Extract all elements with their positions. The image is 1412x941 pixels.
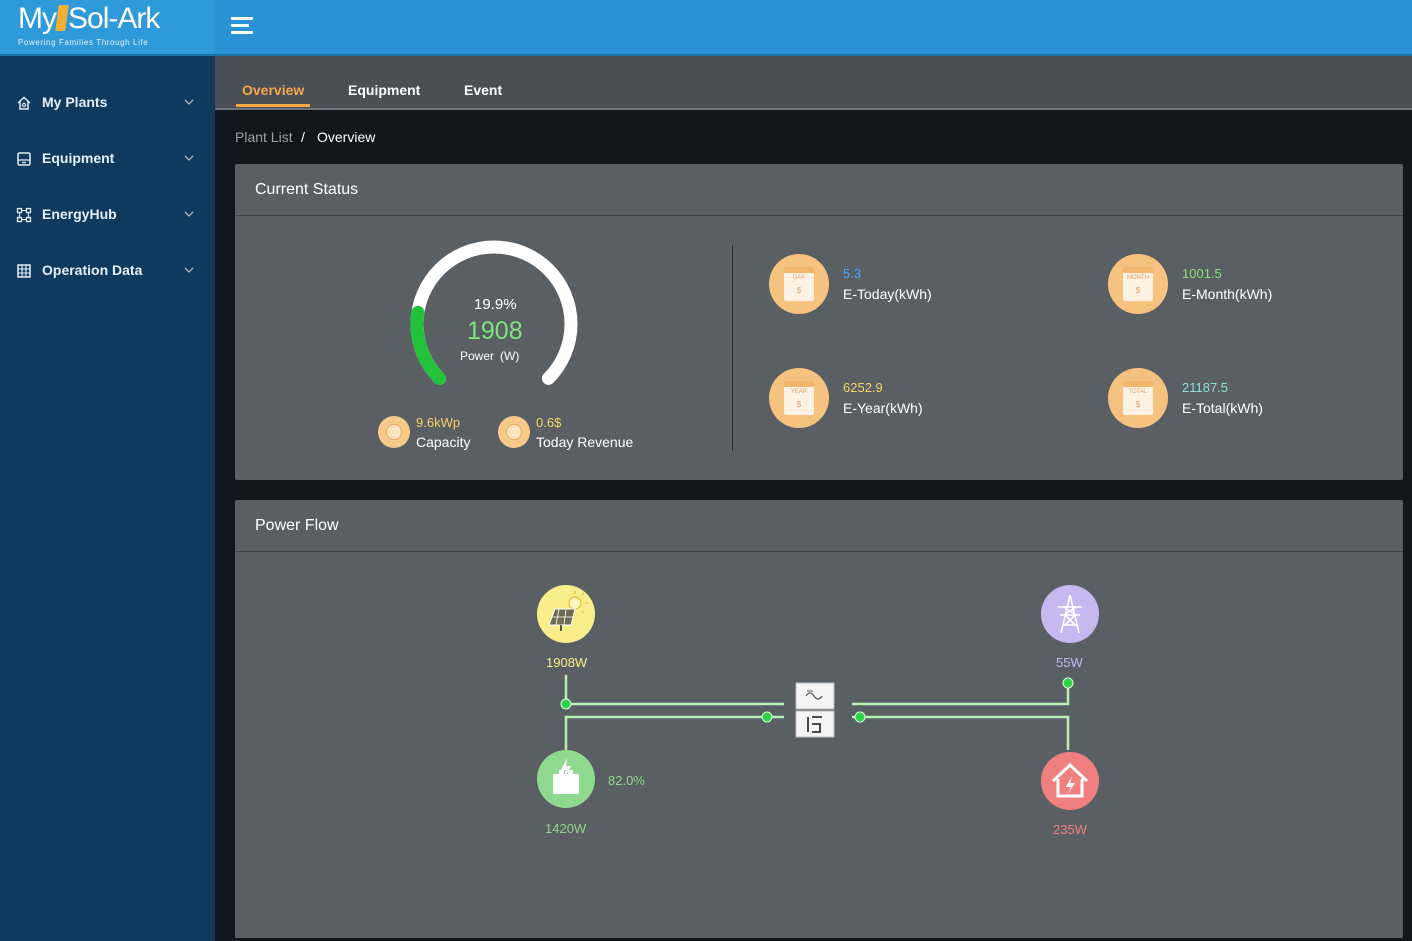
battery-icon[interactable] bbox=[537, 750, 595, 808]
flow-node-dot bbox=[761, 711, 773, 723]
top-bar: My Sol-Ark Powering Families Through Life bbox=[0, 0, 1412, 56]
pv-power-value: 1908W bbox=[546, 655, 588, 670]
tab-overview[interactable]: Overview bbox=[242, 82, 304, 98]
network-icon bbox=[16, 207, 32, 223]
calendar-year-icon: YEAR $ bbox=[769, 368, 829, 428]
chevron-down-icon bbox=[184, 267, 194, 273]
tab-bar: Overview Equipment Event bbox=[215, 56, 1412, 110]
active-tab-indicator bbox=[236, 104, 310, 107]
inverter-icon[interactable] bbox=[795, 682, 835, 738]
sidebar-item-label: EnergyHub bbox=[42, 206, 117, 222]
capacity-value: 9.6kWp bbox=[416, 415, 461, 430]
breadcrumb-separator: / bbox=[301, 129, 305, 145]
e-year-value: 6252.9 bbox=[843, 380, 883, 395]
e-total-label: E-Total(kWh) bbox=[1182, 400, 1263, 416]
calendar-total-icon: TOTAL $ bbox=[1108, 368, 1168, 428]
panel-title: Power Flow bbox=[255, 517, 339, 534]
grid-table-icon bbox=[17, 264, 31, 278]
tab-equipment[interactable]: Equipment bbox=[348, 82, 420, 98]
flow-node-dot bbox=[854, 711, 866, 723]
revenue-label: Today Revenue bbox=[536, 434, 634, 450]
flow-node-dot bbox=[1062, 677, 1074, 689]
home-icon bbox=[17, 96, 31, 110]
battery-soc: 82.0% bbox=[608, 773, 645, 788]
tab-event[interactable]: Event bbox=[464, 82, 502, 98]
revenue-value: 0.6$ bbox=[536, 415, 562, 430]
logo-wordmark: My Sol-Ark bbox=[18, 2, 160, 35]
divider bbox=[732, 245, 733, 451]
e-total-value: 21187.5 bbox=[1182, 380, 1229, 395]
chevron-down-icon bbox=[184, 211, 194, 217]
gauge-power-value: 1908 bbox=[467, 317, 523, 345]
panel-header: Current Status bbox=[235, 164, 1403, 216]
sidebar-item-operation-data[interactable]: Operation Data bbox=[0, 251, 215, 291]
sidebar-item-label: Equipment bbox=[42, 150, 115, 166]
sidebar-item-label: Operation Data bbox=[42, 262, 143, 278]
breadcrumb-current: Overview bbox=[317, 129, 376, 145]
chevron-down-icon bbox=[184, 155, 194, 161]
panel-header: Power Flow bbox=[235, 500, 1403, 552]
calendar-day-icon: DAY $ bbox=[769, 254, 829, 314]
load-power-value: 235W bbox=[1053, 822, 1087, 837]
grid-power-value: 55W bbox=[1056, 655, 1083, 670]
capacity-label: Capacity bbox=[416, 434, 471, 450]
equipment-icon bbox=[17, 152, 31, 166]
menu-toggle-icon[interactable] bbox=[231, 17, 255, 37]
sidebar-item-label: My Plants bbox=[42, 94, 108, 110]
chevron-down-icon bbox=[184, 99, 194, 105]
revenue-icon bbox=[498, 416, 530, 448]
e-month-value: 1001.5 bbox=[1182, 266, 1222, 281]
logo-tagline: Powering Families Through Life bbox=[18, 38, 149, 47]
sidebar-item-equipment[interactable]: Equipment bbox=[0, 139, 215, 179]
gauge-percent: 19.9% bbox=[474, 296, 517, 313]
e-today-value: 5.3 bbox=[843, 266, 862, 281]
e-year-label: E-Year(kWh) bbox=[843, 400, 923, 416]
sidebar-item-my-plants[interactable]: My Plants bbox=[0, 83, 215, 123]
calendar-month-icon: MONTH $ bbox=[1108, 254, 1168, 314]
capacity-icon bbox=[378, 416, 410, 448]
gauge-power-label: Power (W) bbox=[460, 349, 520, 363]
flow-node-dot bbox=[560, 698, 572, 710]
sidebar: My Plants Equipment EnergyHub Operation … bbox=[0, 56, 215, 941]
logo-sun-mark bbox=[55, 5, 69, 31]
e-month-label: E-Month(kWh) bbox=[1182, 286, 1273, 302]
grid-tower-icon[interactable] bbox=[1041, 585, 1099, 643]
breadcrumb-plant-list[interactable]: Plant List bbox=[235, 129, 293, 145]
solar-panel-icon[interactable] bbox=[537, 585, 595, 643]
sidebar-item-energyhub[interactable]: EnergyHub bbox=[0, 195, 215, 235]
e-today-label: E-Today(kWh) bbox=[843, 286, 932, 302]
logo[interactable]: My Sol-Ark Powering Families Through Life bbox=[0, 0, 215, 54]
home-load-icon[interactable] bbox=[1041, 752, 1099, 810]
panel-title: Current Status bbox=[255, 181, 359, 198]
battery-power-value: 1420W bbox=[545, 821, 587, 836]
gauge-fill bbox=[410, 305, 447, 385]
